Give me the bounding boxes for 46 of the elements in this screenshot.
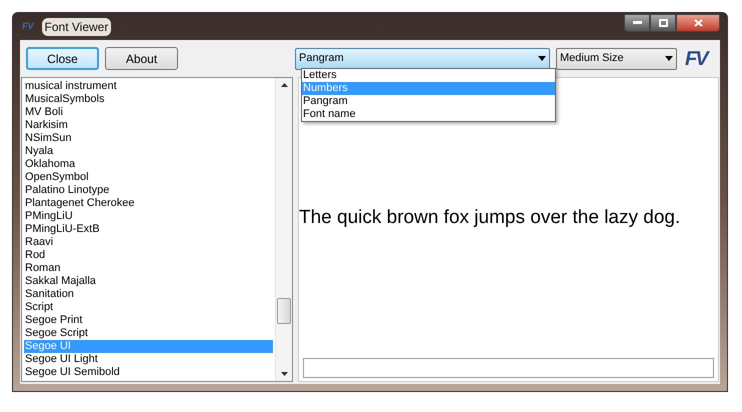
maximize-icon [658,18,668,26]
font-list-item[interactable]: Raavi [24,236,273,249]
close-icon [694,18,702,26]
font-list-item[interactable]: Segoe Print [24,314,273,327]
scroll-down-icon [281,372,288,376]
scroll-up-icon [281,83,288,87]
dropdown-option[interactable]: Pangram [302,95,555,108]
size-dropdown[interactable]: Medium Size [556,48,677,70]
maximize-button[interactable] [650,14,676,32]
scrollbar[interactable] [275,78,292,381]
text-input-field[interactable] [303,358,714,378]
dropdown-option[interactable]: Letters [302,69,555,82]
toolbar-button[interactable]: About [105,47,178,70]
caret-icon [665,56,673,61]
font-list-item[interactable]: MV Boli [24,106,273,119]
font-list-item[interactable]: Oklahoma [24,158,273,171]
font-list-item[interactable]: Narkisim [24,119,273,132]
font-list-item[interactable]: Sanitation [24,288,273,301]
font-list-item[interactable]: Segoe UI Semibold [24,366,273,379]
font-list-item[interactable]: musical instrument [24,80,273,93]
font-list-item[interactable]: Palatino Linotype [24,184,273,197]
caret-icon [538,56,546,61]
app-icon-text: FV [22,20,34,33]
font-list-item[interactable]: Plantagenet Cherokee [24,197,273,210]
font-list-item[interactable]: NSimSun [24,132,273,145]
font-list-item[interactable]: MusicalSymbols [24,93,273,106]
window-title: Font Viewer [42,18,112,36]
logo: FV [685,46,707,72]
preview-text: The quick brown fox jumps over the lazy dog. [299,206,680,230]
toolbar-button[interactable]: Close [26,47,99,70]
font-list-item[interactable]: Sakkal Majalla [24,275,273,288]
font-list-item[interactable]: Segoe Script [24,327,273,340]
dropdown-option[interactable]: Font name [302,108,555,121]
font-list-item[interactable]: OpenSymbol [24,171,273,184]
font-list-item[interactable]: Segoe UI Light [24,353,273,366]
minimize-icon [632,21,642,24]
minimize-button[interactable] [624,14,650,32]
font-list-item[interactable]: Nyala [24,145,273,158]
mode-dropdown[interactable]: Pangram [295,48,550,70]
font-list-item[interactable]: Script [24,301,273,314]
font-list-item[interactable]: Rod [24,249,273,262]
font-list-item[interactable]: Roman [24,262,273,275]
font-list-item[interactable]: PMingLiU-ExtB [24,223,273,236]
font-list-item[interactable]: PMingLiU [24,210,273,223]
close-window-button[interactable] [676,14,720,32]
scroll-thumb[interactable] [277,298,291,324]
